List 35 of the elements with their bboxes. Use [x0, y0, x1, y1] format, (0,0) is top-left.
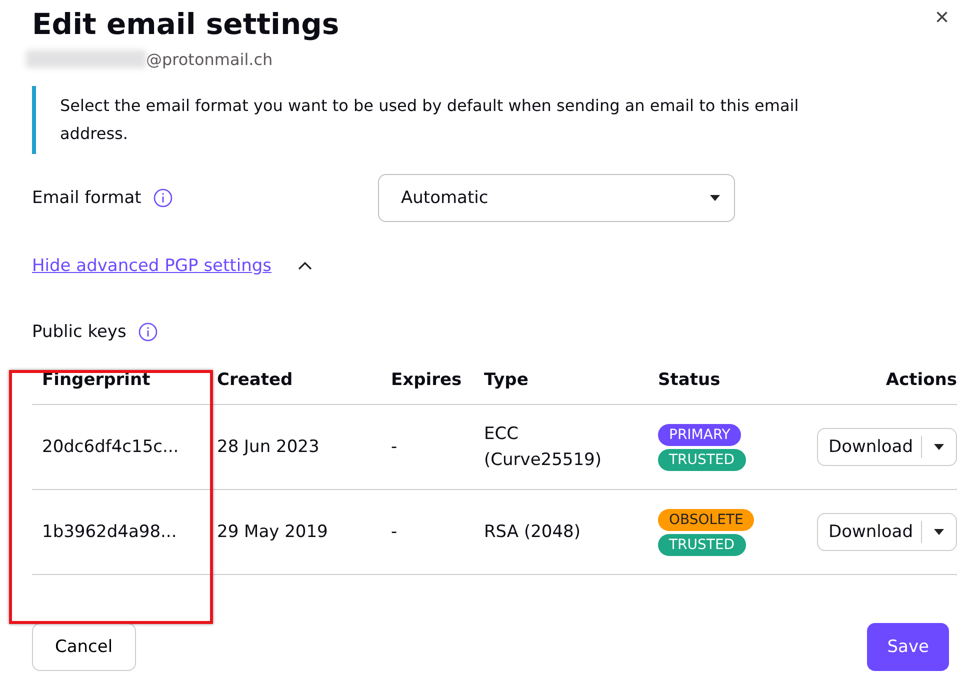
column-header: Expires	[391, 356, 484, 404]
status-badge: TRUSTED	[658, 534, 746, 556]
advanced-settings-link[interactable]: Hide advanced PGP settings	[32, 256, 272, 276]
caret-icon	[934, 444, 944, 450]
status-badge: PRIMARY	[658, 424, 742, 446]
type-cell-text: RSA (2048)	[484, 521, 582, 544]
caret-icon	[710, 195, 720, 201]
date-cell: -	[391, 437, 398, 457]
column-header: Fingerprint	[32, 356, 217, 404]
cancel-button[interactable]: Cancel	[32, 623, 136, 671]
caret-icon	[934, 529, 944, 535]
email-address: @protonmail.ch	[146, 50, 273, 68]
date-cell: -	[391, 522, 398, 542]
save-button[interactable]: Save	[867, 623, 949, 671]
column-header: Actions	[798, 356, 957, 404]
close-button[interactable]: ×	[934, 6, 949, 30]
section-label: Public keys	[32, 322, 126, 342]
info-icon[interactable]	[138, 322, 158, 342]
column-header: Status	[658, 356, 798, 404]
download-button[interactable]: Download	[818, 521, 922, 543]
download-button[interactable]: Download	[818, 436, 922, 458]
status-badge: TRUSTED	[658, 448, 746, 470]
type-cell-text: ECC (Curve25519)	[484, 423, 602, 472]
date-cell: 28 Jun 2023	[217, 437, 320, 457]
fingerprint-cell: 1b3962d4a98...	[42, 522, 177, 542]
field-label: Email format	[32, 188, 142, 208]
dialog-title: Edit email settings	[32, 6, 340, 43]
date-cell: 29 May 2019	[217, 522, 328, 542]
column-header: Type	[484, 356, 658, 404]
email-format-select[interactable]: Automatic	[378, 174, 735, 222]
info-icon[interactable]	[153, 188, 174, 208]
status-badge: OBSOLETE	[658, 508, 754, 530]
fingerprint-cell: 20dc6df4c15c...	[42, 437, 179, 457]
column-header: Created	[217, 356, 391, 404]
info-message: Select the email format you want to be used by default when sending an email to this email address.	[32, 86, 910, 154]
